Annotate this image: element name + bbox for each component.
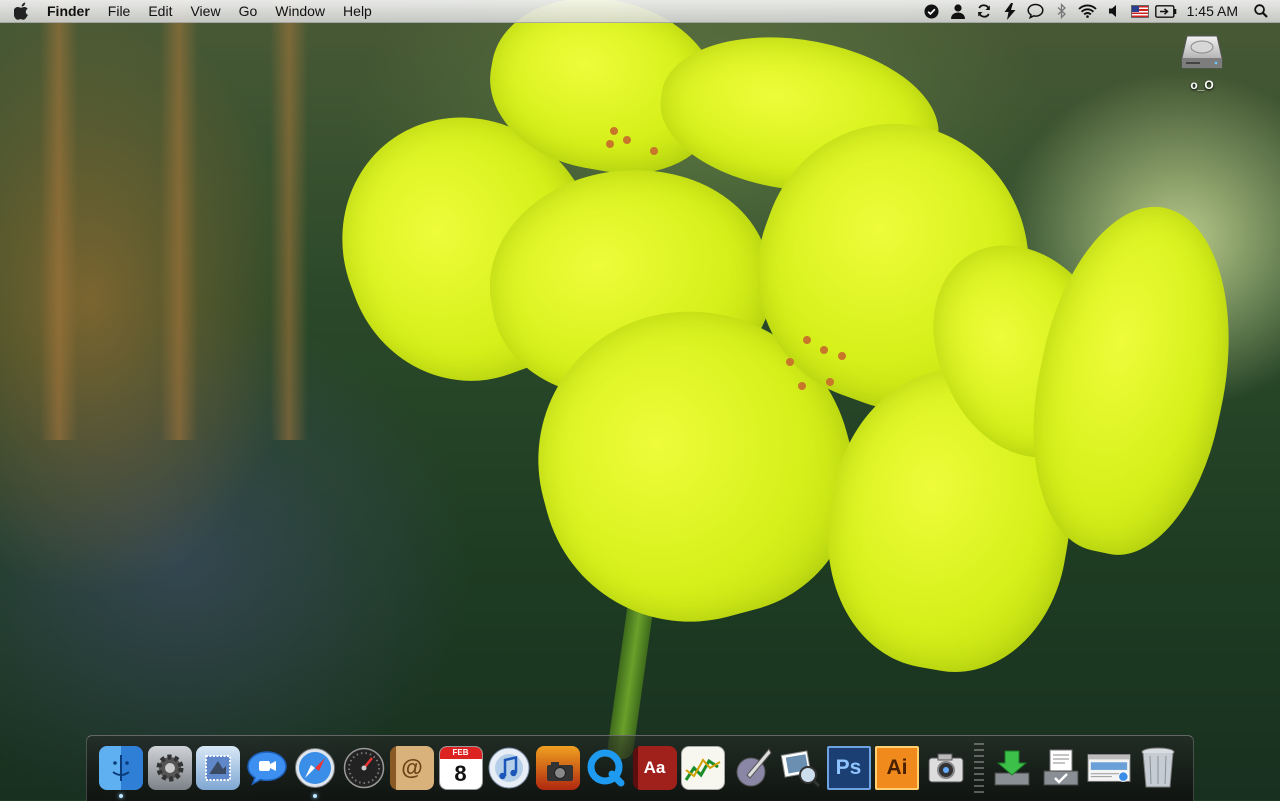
- wallpaper-stamen: [650, 147, 658, 155]
- us-flag-input-icon[interactable]: [1127, 0, 1153, 22]
- quill-pen-icon: [736, 748, 772, 787]
- music-disc-icon: [488, 747, 530, 789]
- menu-clock[interactable]: 1:45 AM: [1179, 3, 1248, 19]
- wallpaper-fence-post: [40, 0, 78, 440]
- user-icon[interactable]: [945, 0, 971, 22]
- applications-window-icon: [1087, 754, 1131, 782]
- wallpaper-stamen: [803, 336, 811, 344]
- illustrator-ai-label: Ai: [886, 756, 908, 779]
- desktop-wallpaper: [0, 0, 1280, 800]
- hard-drive-label: o_O: [1190, 78, 1214, 92]
- menu-finder[interactable]: Finder: [38, 0, 99, 22]
- wallpaper-stamen: [606, 140, 614, 148]
- bluetooth-icon[interactable]: [1049, 0, 1075, 22]
- graph-chart-icon: [684, 758, 721, 781]
- wallpaper-stamen: [820, 346, 828, 354]
- wallpaper-fence-post: [270, 0, 308, 440]
- wallpaper-stamen: [826, 378, 834, 386]
- dock-finder[interactable]: [99, 746, 143, 798]
- dock-mail[interactable]: [196, 746, 240, 790]
- dock-applications-stack[interactable]: [1087, 746, 1131, 790]
- mail-stamp-icon: [205, 755, 231, 781]
- dock-downloads-stack[interactable]: [990, 746, 1034, 790]
- gear-icon: [156, 754, 183, 782]
- dock-quicktime[interactable]: [584, 746, 628, 790]
- apple-logo-icon: [14, 2, 29, 20]
- compass-icon: [295, 748, 335, 788]
- dock-documents-stack[interactable]: [1039, 746, 1083, 790]
- check-circle-icon[interactable]: [919, 0, 945, 22]
- dock-script-editor[interactable]: [730, 746, 774, 790]
- dock-photo-booth[interactable]: [535, 746, 580, 790]
- finder-face-icon: [112, 755, 130, 781]
- download-tray-icon: [994, 750, 1030, 786]
- dictionary-aa-label: Aa: [643, 758, 666, 777]
- quicktime-q-icon: [587, 749, 625, 787]
- dock-safari[interactable]: [293, 746, 337, 798]
- bolt-icon[interactable]: [997, 0, 1023, 22]
- dock-separator: [974, 743, 984, 793]
- wallpaper-stamen: [623, 136, 631, 144]
- chat-bubble-icon: [246, 751, 287, 786]
- menu-window[interactable]: Window: [266, 0, 334, 22]
- volume-icon[interactable]: [1101, 0, 1127, 22]
- dock: @ FEB 8 Aa Ps Ai: [86, 735, 1194, 801]
- dock-itunes[interactable]: [487, 746, 531, 790]
- chat-bubble-icon[interactable]: [1023, 0, 1049, 22]
- apple-menu[interactable]: [6, 0, 38, 22]
- photos-loupe-icon: [780, 750, 821, 788]
- dock-image-capture[interactable]: [924, 746, 968, 790]
- menu-view[interactable]: View: [181, 0, 229, 22]
- camera-icon: [546, 762, 573, 781]
- wallpaper-stamen: [798, 382, 806, 390]
- wifi-icon[interactable]: [1075, 0, 1101, 22]
- dock-trash[interactable]: [1136, 746, 1180, 790]
- dock-preview[interactable]: [778, 746, 822, 790]
- dock-grapher[interactable]: [681, 746, 725, 790]
- wallpaper-stamen: [838, 352, 846, 360]
- menu-help[interactable]: Help: [334, 0, 381, 22]
- dock-address-book[interactable]: @: [390, 746, 434, 790]
- menu-go[interactable]: Go: [230, 0, 267, 22]
- sync-icon[interactable]: [971, 0, 997, 22]
- camera-icon: [928, 753, 963, 783]
- dock-illustrator[interactable]: Ai: [875, 746, 919, 790]
- dock-dictionary[interactable]: Aa: [632, 746, 677, 790]
- menu-file[interactable]: File: [99, 0, 140, 22]
- wallpaper-stamen: [786, 358, 794, 366]
- gauge-icon: [343, 747, 384, 789]
- wallpaper-stamen: [610, 127, 618, 135]
- menu-edit[interactable]: Edit: [139, 0, 181, 22]
- dock-ical[interactable]: FEB 8: [438, 746, 483, 790]
- dock-dashboard[interactable]: [342, 746, 386, 790]
- trash-icon: [1141, 747, 1174, 788]
- menu-extras: 1:45 AM: [919, 0, 1280, 22]
- wallpaper-fence-post: [160, 0, 198, 440]
- hard-drive-icon: [1181, 32, 1223, 72]
- dock-photoshop[interactable]: Ps: [826, 746, 871, 790]
- ical-month: FEB: [439, 747, 482, 759]
- running-indicator: [313, 794, 317, 798]
- battery-icon[interactable]: [1153, 0, 1179, 22]
- dock-ichat[interactable]: [245, 746, 289, 790]
- desktop-hard-drive[interactable]: o_O: [1176, 32, 1228, 92]
- documents-tray-icon: [1043, 749, 1078, 786]
- dock-system-preferences[interactable]: [147, 746, 192, 790]
- address-book-at-label: @: [401, 755, 423, 780]
- menu-bar: Finder File Edit View Go Window Help 1:4…: [0, 0, 1280, 23]
- photoshop-ps-label: Ps: [835, 756, 862, 779]
- spotlight-search-icon[interactable]: [1248, 0, 1274, 22]
- ical-day: 8: [454, 761, 467, 786]
- running-indicator: [119, 794, 123, 798]
